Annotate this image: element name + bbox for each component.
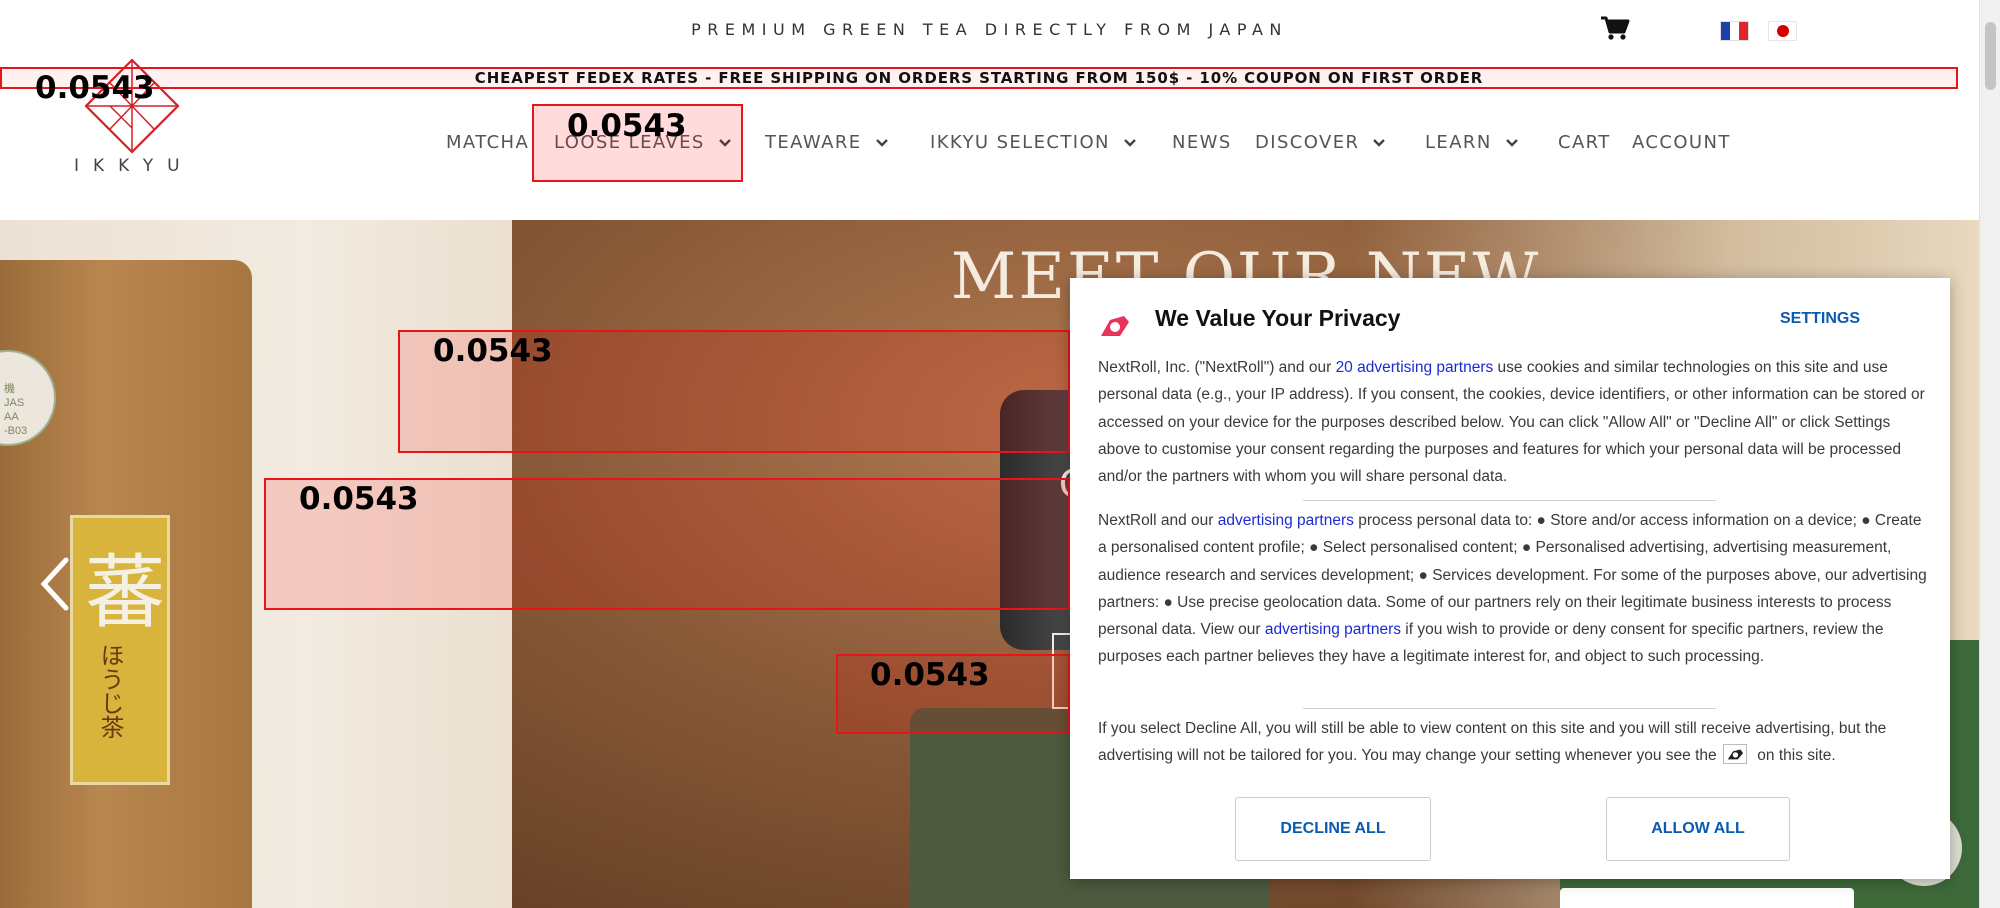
chevron-down-icon [1124, 138, 1136, 147]
nav-label: ACCOUNT [1632, 132, 1731, 153]
privacy-text: NextRoll and our [1098, 512, 1218, 529]
shipping-banner: CHEAPEST FEDEX RATES - FREE SHIPPING ON … [0, 67, 1958, 89]
decline-all-button[interactable]: DECLINE ALL [1235, 797, 1431, 861]
nav-label: NEWS [1172, 132, 1232, 153]
nav-item-teaware[interactable]: TEAWARE [765, 132, 890, 153]
overlay-label: 0.0543 [567, 108, 687, 144]
advertising-partners-link[interactable]: advertising partners [1265, 621, 1401, 638]
hero-bottom-pill [1560, 888, 1854, 908]
divider [1303, 500, 1716, 501]
jas-text: 機 JAS AA -B03 [4, 383, 28, 437]
nav-item-discover[interactable]: DISCOVER [1255, 132, 1387, 153]
chevron-down-icon [1505, 138, 1518, 147]
nav-item-news[interactable]: NEWS [1172, 132, 1232, 153]
overlay-label: 0.0543 [870, 657, 990, 693]
overlay-label: 0.0543 [35, 70, 155, 106]
privacy-text: process personal data to: ● Store and/or… [1098, 512, 1927, 639]
nav-item-ikkyu-selection[interactable]: IKKYU SELECTION [930, 132, 1138, 153]
tea-label-sub: ほうじ茶 [96, 643, 124, 739]
privacy-text: on this site. [1752, 747, 1836, 765]
divider [1303, 708, 1716, 709]
page-scrollbar[interactable] [1979, 0, 2000, 908]
nav-label: IKKYU SELECTION [930, 132, 1110, 153]
nav-item-learn[interactable]: LEARN [1425, 132, 1520, 153]
tea-label: 蕃 ほうじ茶 [70, 515, 170, 785]
flag-jp-icon[interactable] [1768, 21, 1797, 41]
top-bar: PREMIUM GREEN TEA DIRECTLY FROM JAPAN [0, 0, 1979, 64]
tea-label-char: 蕃 [85, 546, 165, 639]
nav-label: TEAWARE [765, 132, 862, 153]
allow-all-button[interactable]: ALLOW ALL [1606, 797, 1790, 861]
logo-text: IKKYU [74, 156, 194, 176]
privacy-paragraph-3: If you select Decline All, you will stil… [1098, 715, 1928, 770]
flag-fr-icon[interactable] [1720, 21, 1749, 41]
scroll-thumb[interactable] [1985, 22, 1996, 90]
tagline: PREMIUM GREEN TEA DIRECTLY FROM JAPAN [691, 20, 1288, 39]
privacy-modal: We Value Your Privacy SETTINGS NextRoll,… [1070, 278, 1950, 879]
nav-label: DISCOVER [1255, 132, 1360, 153]
nav-item-matcha[interactable]: MATCHA [446, 132, 529, 153]
nav-item-cart[interactable]: CART [1558, 132, 1611, 153]
chevron-left-icon[interactable] [36, 554, 76, 614]
chevron-down-icon [875, 138, 888, 147]
nav-label: MATCHA [446, 132, 530, 153]
privacy-paragraph-1: NextRoll, Inc. ("NextRoll") and our 20 a… [1098, 354, 1928, 490]
chevron-down-icon [1373, 138, 1386, 147]
advertising-partners-link[interactable]: 20 advertising partners [1336, 359, 1494, 376]
jas-badge: 機 JAS AA -B03 [0, 350, 56, 446]
overlay-label: 0.0543 [299, 481, 419, 517]
cart-icon[interactable] [1600, 15, 1630, 41]
advertising-partners-link[interactable]: advertising partners [1218, 512, 1354, 529]
nextroll-settings-icon[interactable] [1722, 744, 1747, 765]
nextroll-logo-icon [1101, 316, 1129, 336]
privacy-paragraph-2: NextRoll and our advertising partners pr… [1098, 507, 1928, 671]
privacy-text: NextRoll, Inc. ("NextRoll") and our [1098, 359, 1336, 376]
privacy-title: We Value Your Privacy [1155, 305, 1401, 331]
overlay-label: 0.0543 [433, 333, 553, 369]
nav-label: LEARN [1425, 132, 1492, 153]
nav-label: CART [1558, 132, 1611, 153]
privacy-text: use cookies and similar technologies on … [1098, 359, 1925, 486]
settings-button[interactable]: SETTINGS [1780, 310, 1860, 328]
nav-item-account[interactable]: ACCOUNT [1632, 132, 1731, 153]
